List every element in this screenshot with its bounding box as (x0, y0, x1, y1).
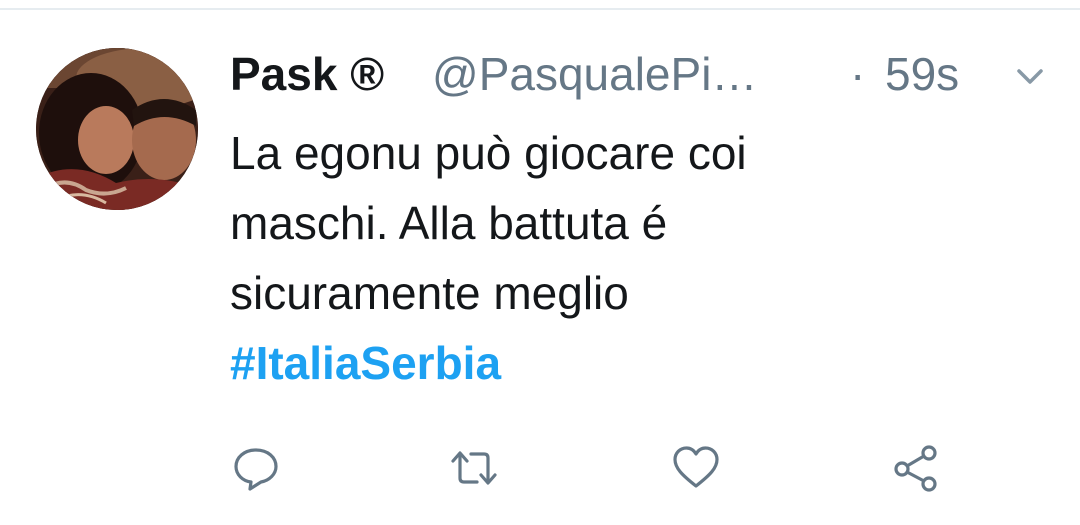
share-button[interactable] (890, 442, 942, 494)
avatar-photo (36, 48, 198, 210)
display-name[interactable]: Pask ® (230, 44, 384, 104)
hashtag-link[interactable]: #ItaliaSerbia (230, 328, 950, 398)
separator-dot: · (850, 48, 866, 100)
tweet-text-line: La egonu può giocare coi (230, 127, 747, 179)
retweet-icon (451, 451, 497, 485)
retweet-button[interactable] (448, 442, 500, 494)
heart-icon (673, 446, 719, 488)
chevron-down-icon[interactable] (1012, 58, 1048, 94)
reply-icon (234, 448, 278, 491)
tweet-actions (230, 442, 970, 498)
tweet-card[interactable]: Pask ® @PasqualePi… · 59s La egonu può g… (0, 0, 1080, 525)
tweet-text-line: sicuramente meglio (230, 267, 629, 319)
user-handle[interactable]: @PasqualePi… (432, 44, 757, 104)
timestamp[interactable]: 59s (885, 44, 959, 104)
tweet-text: La egonu può giocare coi maschi. Alla ba… (230, 118, 950, 398)
tweet-header: Pask ® @PasqualePi… · 59s (230, 44, 1050, 104)
reply-button[interactable] (230, 442, 282, 494)
tweet-text-line: maschi. Alla battuta é (230, 197, 668, 249)
share-icon (894, 445, 937, 492)
avatar[interactable] (36, 48, 198, 210)
like-button[interactable] (670, 442, 722, 494)
